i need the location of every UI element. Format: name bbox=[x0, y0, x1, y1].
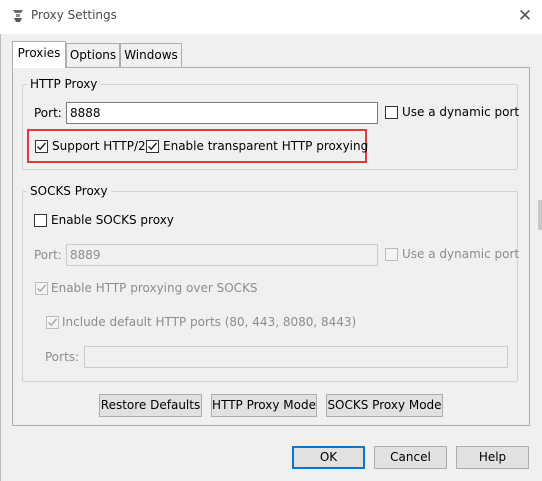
include-default-ports-label: Include default HTTP ports (80, 443, 808… bbox=[62, 315, 357, 329]
restore-defaults-button[interactable]: Restore Defaults bbox=[99, 394, 202, 417]
socks-dynamic-port-checkbox[interactable] bbox=[385, 248, 398, 261]
transparent-proxying-label: Enable transparent HTTP proxying bbox=[163, 139, 369, 153]
ports-label: Ports: bbox=[45, 350, 80, 364]
close-icon[interactable]: ✕ bbox=[512, 4, 538, 28]
background-window-edge bbox=[538, 200, 542, 230]
socks-port-input[interactable]: 8889 bbox=[66, 244, 378, 266]
http-over-socks-label: Enable HTTP proxying over SOCKS bbox=[51, 281, 258, 295]
tab-windows[interactable]: Windows bbox=[120, 43, 182, 67]
checkmark-icon bbox=[48, 318, 58, 327]
http-proxy-mode-button[interactable]: HTTP Proxy Mode bbox=[211, 394, 317, 417]
enable-socks-checkbox[interactable] bbox=[34, 214, 47, 227]
checkmark-icon bbox=[148, 142, 158, 151]
include-default-ports-checkbox[interactable] bbox=[46, 316, 59, 329]
tab-options[interactable]: Options bbox=[66, 43, 120, 67]
checkmark-icon bbox=[37, 142, 47, 151]
window-title: Proxy Settings bbox=[31, 8, 117, 22]
ports-input[interactable] bbox=[84, 346, 508, 368]
ok-button[interactable]: OK bbox=[292, 446, 365, 469]
support-http2-label: Support HTTP/2 bbox=[52, 139, 146, 153]
http-dynamic-port-checkbox[interactable] bbox=[385, 106, 398, 119]
http-dynamic-port-label: Use a dynamic port bbox=[402, 105, 520, 119]
help-button[interactable]: Help bbox=[456, 446, 529, 469]
cancel-button[interactable]: Cancel bbox=[374, 446, 447, 469]
http-port-label: Port: bbox=[34, 106, 62, 120]
transparent-proxying-checkbox[interactable] bbox=[146, 140, 159, 153]
app-icon bbox=[10, 8, 26, 24]
http-port-input[interactable]: 8888 bbox=[66, 102, 378, 124]
socks-dynamic-port-label: Use a dynamic port bbox=[402, 247, 520, 261]
socks-proxy-legend: SOCKS Proxy bbox=[27, 184, 111, 198]
tab-proxies[interactable]: Proxies bbox=[12, 41, 66, 68]
checkmark-icon bbox=[37, 284, 47, 293]
http-over-socks-checkbox[interactable] bbox=[35, 282, 48, 295]
enable-socks-label: Enable SOCKS proxy bbox=[51, 213, 174, 227]
socks-port-label: Port: bbox=[34, 248, 62, 262]
support-http2-checkbox[interactable] bbox=[35, 140, 48, 153]
window-border bbox=[0, 34, 1, 481]
socks-proxy-mode-button[interactable]: SOCKS Proxy Mode bbox=[326, 394, 443, 417]
http-proxy-legend: HTTP Proxy bbox=[27, 77, 101, 91]
